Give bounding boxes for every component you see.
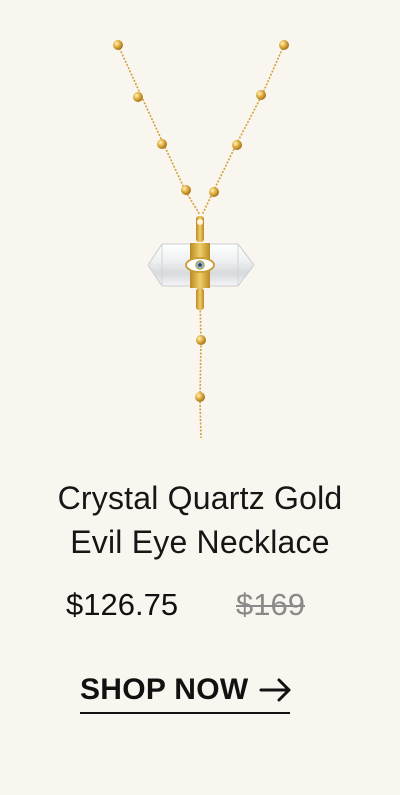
product-card: Crystal Quartz Gold Evil Eye Necklace $1… (0, 0, 400, 795)
price-row: $126.75 $169 (0, 583, 400, 627)
evil-eye-icon (185, 257, 215, 273)
product-title-line-1: Crystal Quartz Gold (57, 480, 343, 517)
shop-now-button[interactable]: SHOP NOW (80, 670, 293, 710)
shop-now-label: SHOP NOW (80, 673, 249, 706)
product-title: Crystal Quartz Gold Evil Eye Necklace (0, 476, 400, 564)
shop-now-underline (80, 712, 290, 714)
price-original-strikethrough: $169 (236, 587, 305, 622)
product-title-line-2: Evil Eye Necklace (70, 524, 330, 561)
necklace-product-image[interactable] (0, 0, 400, 445)
arrow-right-icon (259, 678, 291, 702)
price-current: $126.75 (66, 587, 179, 622)
